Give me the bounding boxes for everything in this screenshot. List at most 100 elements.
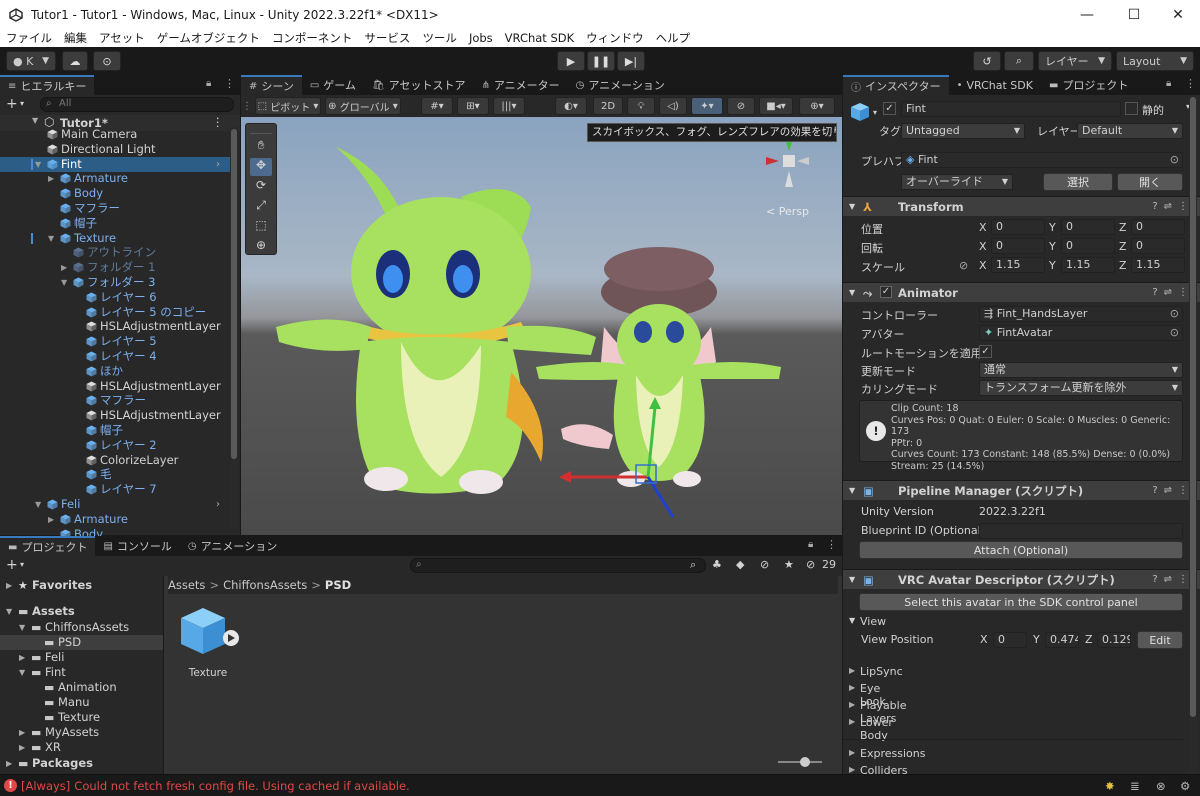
tab-insp-2[interactable]: ▬ プロジェクト bbox=[1041, 75, 1136, 95]
more-icon[interactable]: ⋮ bbox=[826, 538, 837, 551]
hidden-objects-toggle[interactable]: ⊘ bbox=[727, 97, 755, 115]
view-position-x[interactable]: 0 bbox=[993, 632, 1027, 648]
pause-button[interactable]: ❚❚ bbox=[587, 51, 615, 71]
expand-arrow-icon[interactable]: ▼ bbox=[19, 665, 25, 680]
project-folder[interactable]: ▶ ★ Favorites bbox=[0, 578, 163, 593]
hierarchy-item[interactable]: HSLAdjustmentLayer bbox=[0, 408, 230, 423]
hierarchy-scrollbar[interactable] bbox=[230, 127, 238, 527]
layers-stack-icon[interactable]: ≣ bbox=[1130, 779, 1140, 793]
tab-hierarchy[interactable]: ≡ ヒエラルキー bbox=[0, 75, 95, 95]
menu-item[interactable]: アセット bbox=[93, 30, 151, 46]
tab-insp-1[interactable]: • VRChat SDK bbox=[949, 75, 1041, 95]
collab-button[interactable]: ⊙ bbox=[93, 51, 121, 71]
select-button[interactable]: 選択 bbox=[1043, 173, 1113, 191]
lock-icon[interactable]: 🔒︎ bbox=[206, 78, 211, 89]
project-folder[interactable]: ▬ Animation bbox=[0, 680, 163, 695]
menu-item[interactable]: 編集 bbox=[58, 30, 93, 46]
component-tools-icon[interactable]: ?⇌⋮ bbox=[1152, 481, 1194, 501]
hierarchy-item[interactable]: アウトライン bbox=[0, 245, 230, 260]
descriptor-section[interactable]: LipSync bbox=[860, 665, 903, 678]
menu-item[interactable]: Jobs bbox=[463, 31, 499, 45]
chevron-down-icon[interactable]: ▼ bbox=[849, 616, 855, 625]
position-y-field[interactable]: 0 bbox=[1061, 219, 1115, 235]
lock-icon[interactable]: 🔒︎ bbox=[808, 539, 813, 550]
menu-item[interactable]: コンポーネント bbox=[266, 30, 359, 46]
breadcrumb-item[interactable]: Assets bbox=[168, 578, 205, 592]
hierarchy-item[interactable]: Body bbox=[0, 186, 230, 201]
tag-dropdown[interactable]: Untagged ▼ bbox=[901, 123, 1025, 139]
mode-2d-button[interactable]: 2D bbox=[593, 97, 623, 115]
history-button[interactable]: ↺ bbox=[973, 51, 1001, 71]
edit-view-button[interactable]: Edit bbox=[1137, 631, 1183, 649]
scale_v-z-field[interactable]: 1.15 bbox=[1131, 257, 1185, 273]
type-filter-icon[interactable]: ♣ bbox=[712, 558, 722, 571]
hierarchy-search-input[interactable]: ⌕ All bbox=[40, 97, 234, 112]
hierarchy-item[interactable]: 帽子 bbox=[0, 423, 230, 438]
collapse-arrow-icon[interactable]: ▶ bbox=[849, 700, 855, 709]
rotate-tool-icon[interactable]: ⟳ bbox=[250, 178, 272, 196]
chevron-down-icon[interactable]: ▾ bbox=[20, 560, 24, 569]
search-filter-icon[interactable]: ⌕ bbox=[690, 558, 696, 572]
project-folder[interactable]: ▼ ▬ ChiffonsAssets bbox=[0, 620, 163, 635]
root-motion-checkbox[interactable]: ✓ bbox=[979, 345, 992, 358]
move-tool-icon[interactable]: ✥ bbox=[250, 158, 272, 176]
update-mode-dropdown[interactable]: 通常 ▼ bbox=[979, 362, 1183, 378]
chevron-down-icon[interactable]: ▾ bbox=[20, 99, 24, 108]
hierarchy-item[interactable]: Directional Light bbox=[0, 142, 230, 157]
hierarchy-item[interactable]: HSLAdjustmentLayer bbox=[0, 379, 230, 394]
layers-dropdown[interactable]: レイヤー ▼ bbox=[1038, 51, 1112, 71]
increment-snap-button[interactable]: |||▾ bbox=[493, 97, 525, 115]
collapse-arrow-icon[interactable]: ▶ bbox=[849, 765, 855, 774]
favorite-star-icon[interactable]: ★ bbox=[784, 558, 794, 571]
hierarchy-item[interactable]: 毛 bbox=[0, 467, 230, 482]
chevron-right-icon[interactable]: › bbox=[216, 497, 220, 512]
breadcrumb-item[interactable]: ChiffonsAssets bbox=[223, 578, 307, 592]
component-tools-icon[interactable]: ?⇌⋮ bbox=[1152, 570, 1194, 590]
menu-item[interactable]: ファイル bbox=[0, 30, 58, 46]
hierarchy-item[interactable]: ほか bbox=[0, 364, 230, 379]
transform-header[interactable]: ▼ ⅄ Transform ?⇌⋮ bbox=[843, 196, 1200, 216]
collapse-arrow-icon[interactable]: ▶ bbox=[849, 748, 855, 757]
tab-scene-3[interactable]: ⋔ アニメーター bbox=[473, 75, 567, 95]
status-message[interactable]: Could not fetch fresh config file. Using… bbox=[74, 779, 409, 793]
view-position-z[interactable]: 0.129 bbox=[1097, 632, 1131, 648]
rotation-z-field[interactable]: 0 bbox=[1131, 238, 1185, 254]
tab-project-0[interactable]: ▬ プロジェクト bbox=[0, 536, 96, 556]
chevron-down-icon[interactable]: ▾ bbox=[873, 108, 877, 117]
project-folder[interactable]: ▶ ▬ XR bbox=[0, 740, 163, 755]
menu-item[interactable]: ウィンドウ bbox=[580, 30, 650, 46]
project-folder[interactable]: ▼ ▬ Fint bbox=[0, 665, 163, 680]
tab-project-2[interactable]: ◷ アニメーション bbox=[180, 536, 285, 556]
label-filter-icon[interactable]: ◆ bbox=[736, 558, 744, 571]
shading-mode-button[interactable]: ◐▾ bbox=[555, 97, 587, 115]
expand-arrow-icon[interactable]: ▼ bbox=[35, 157, 41, 172]
open-button[interactable]: 開く bbox=[1117, 173, 1183, 191]
hierarchy-item[interactable]: マフラー bbox=[0, 201, 230, 216]
collapse-arrow-icon[interactable]: ▶ bbox=[849, 683, 855, 692]
audio-toggle[interactable]: ◁) bbox=[659, 97, 687, 115]
hierarchy-item[interactable]: 帽子 bbox=[0, 216, 230, 231]
project-folder[interactable]: ▬ Texture bbox=[0, 710, 163, 725]
collapse-arrow-icon[interactable]: ▶ bbox=[61, 260, 67, 275]
search-button[interactable]: ⌕ bbox=[1004, 51, 1034, 71]
warning-filter-icon[interactable]: ⊘ bbox=[760, 558, 769, 571]
tab-insp-0[interactable]: ⓘ インスペクター bbox=[843, 75, 949, 95]
tab-scene-0[interactable]: # シーン bbox=[241, 75, 302, 95]
menu-item[interactable]: ゲームオブジェクト bbox=[151, 30, 266, 46]
collapse-arrow-icon[interactable]: ▶ bbox=[849, 717, 855, 726]
avatar-descriptor-header[interactable]: ▼ ▣ VRC Avatar Descriptor (スクリプト) ?⇌⋮ bbox=[843, 569, 1200, 589]
expand-arrow-icon[interactable]: ▼ bbox=[35, 497, 41, 512]
scale_v-y-field[interactable]: 1.15 bbox=[1061, 257, 1115, 273]
grid-toggle-button[interactable]: ⊞▾ bbox=[457, 97, 489, 115]
gizmos-button[interactable]: ⊕▾ bbox=[799, 97, 835, 115]
hierarchy-item[interactable]: ▶ Armature bbox=[0, 512, 230, 527]
rotation-x-field[interactable]: 0 bbox=[991, 238, 1045, 254]
collapse-arrow-icon[interactable]: ▶ bbox=[6, 756, 12, 771]
component-tools-icon[interactable]: ?⇌⋮ bbox=[1152, 283, 1194, 303]
hierarchy-item[interactable]: マフラー bbox=[0, 393, 230, 408]
tab-scene-2[interactable]: 🛍︎ アセットストア bbox=[364, 75, 473, 95]
cloud-button[interactable]: ☁ bbox=[62, 51, 88, 71]
close-icon[interactable]: ✕ bbox=[1155, 0, 1200, 29]
perspective-label[interactable]: < Persp bbox=[766, 205, 809, 218]
pipeline-manager-header[interactable]: ▼ ▣ Pipeline Manager (スクリプト) ?⇌⋮ bbox=[843, 480, 1200, 500]
